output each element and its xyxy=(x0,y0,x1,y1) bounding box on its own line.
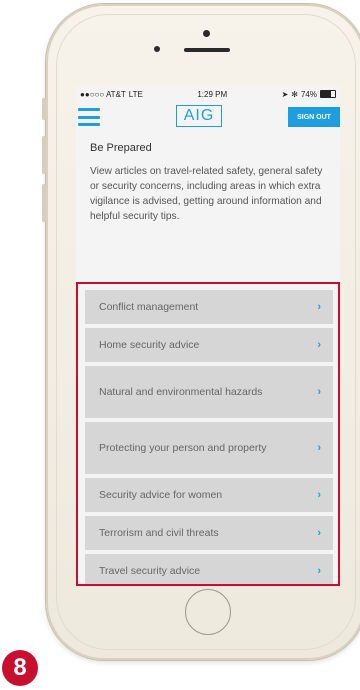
home-button[interactable] xyxy=(185,589,231,635)
front-camera xyxy=(203,30,210,37)
list-item[interactable]: Security advice for women › xyxy=(85,478,333,512)
chevron-right-icon: › xyxy=(317,565,321,577)
step-badge: 8 xyxy=(2,650,38,686)
battery-percent: 74% xyxy=(300,89,317,99)
volume-up-button xyxy=(42,136,46,174)
clock: 1:29 PM xyxy=(197,89,228,99)
app-header: AIG SIGN OUT xyxy=(76,102,340,132)
status-bar: ●●○○○ AT&T LTE 1:29 PM ➤ ✻ 74% xyxy=(76,86,340,102)
volume-down-button xyxy=(42,184,46,222)
list-item-label: Travel security advice xyxy=(99,565,201,577)
list-item[interactable]: Travel security advice › xyxy=(85,554,333,586)
list-item-label: Natural and environmental hazards xyxy=(99,386,263,398)
list-item-label: Security advice for women xyxy=(99,489,223,501)
battery-fill xyxy=(321,91,332,97)
list-item[interactable]: Protecting your person and property › xyxy=(85,422,333,474)
earpiece-speaker xyxy=(184,48,230,52)
chevron-right-icon: › xyxy=(317,442,321,454)
phone-screen: ●●○○○ AT&T LTE 1:29 PM ➤ ✻ 74% AIG SIGN … xyxy=(76,86,340,586)
bluetooth-icon: ✻ xyxy=(291,89,298,99)
list-item[interactable]: Terrorism and civil threats › xyxy=(85,516,333,550)
network-label: LTE xyxy=(128,89,143,99)
list-item-label: Protecting your person and property xyxy=(99,442,267,454)
list-item-label: Home security advice xyxy=(99,339,200,351)
content-area: Be Prepared View articles on travel-rela… xyxy=(76,132,340,224)
proximity-sensor xyxy=(154,46,160,52)
carrier-label: ●●○○○ AT&T xyxy=(80,89,126,99)
list-item[interactable]: Conflict management › xyxy=(85,290,333,324)
menu-icon[interactable] xyxy=(78,108,100,126)
list-item[interactable]: Home security advice › xyxy=(85,328,333,362)
mute-switch xyxy=(42,98,46,120)
chevron-right-icon: › xyxy=(317,527,321,539)
aig-logo: AIG xyxy=(176,105,222,127)
chevron-right-icon: › xyxy=(317,301,321,313)
chevron-right-icon: › xyxy=(317,489,321,501)
list-item-label: Terrorism and civil threats xyxy=(99,527,219,539)
chevron-right-icon: › xyxy=(317,339,321,351)
sign-out-button[interactable]: SIGN OUT xyxy=(288,107,340,127)
chevron-right-icon: › xyxy=(317,386,321,398)
article-list: Conflict management › Home security advi… xyxy=(85,290,333,586)
list-item[interactable]: Natural and environmental hazards › xyxy=(85,366,333,418)
location-icon: ➤ xyxy=(281,89,289,99)
section-description: View articles on travel-related safety, … xyxy=(90,166,323,222)
section-title: Be Prepared xyxy=(90,142,152,154)
list-item-label: Conflict management xyxy=(99,301,199,313)
battery-icon xyxy=(320,90,336,98)
